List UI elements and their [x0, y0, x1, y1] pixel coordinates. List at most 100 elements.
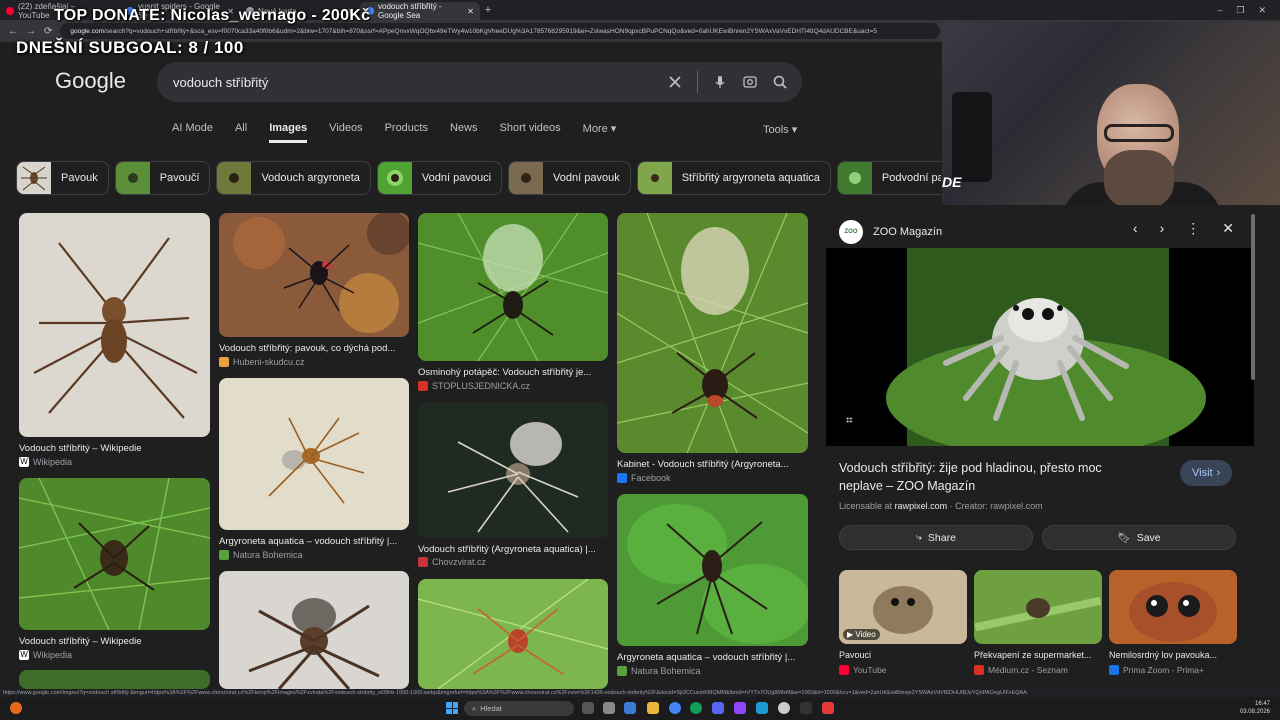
image-result[interactable]	[219, 213, 409, 337]
image-source[interactable]: W Wikipedia	[19, 457, 72, 467]
tab-ai-mode[interactable]: AI Mode	[172, 122, 213, 143]
back-icon[interactable]: ←	[8, 26, 18, 37]
panel-title[interactable]: Vodouch stříbřitý: žije pod hladinou, př…	[839, 459, 1139, 495]
task-view-icon[interactable]	[582, 702, 594, 714]
discord-icon[interactable]	[712, 702, 724, 714]
related-source[interactable]: YouTube	[839, 665, 886, 675]
image-result[interactable]	[418, 213, 608, 361]
previous-icon[interactable]: ‹	[1133, 220, 1138, 237]
visit-button[interactable]: Visit ›	[1180, 460, 1233, 486]
related-image[interactable]: ▶ Video	[839, 570, 967, 644]
weather-icon[interactable]	[10, 702, 22, 714]
chip[interactable]: Vodní pavouci	[376, 161, 503, 195]
close-window-button[interactable]: ✕	[1258, 5, 1266, 16]
tab-more[interactable]: More ▾	[583, 122, 617, 143]
image-result[interactable]	[418, 402, 608, 538]
chip[interactable]: Stříbřitý argyroneta aquatica	[636, 161, 831, 195]
reload-icon[interactable]: ⟳	[44, 26, 52, 37]
image-result[interactable]	[418, 579, 608, 689]
obs-icon[interactable]	[778, 702, 790, 714]
image-result[interactable]	[617, 213, 808, 453]
widgets-icon[interactable]	[603, 702, 615, 714]
image-caption[interactable]: Vodouch stříbřitý (Argyroneta aquatica) …	[418, 544, 608, 555]
image-caption[interactable]: Vodouch stříbřitý: pavouk, co dýchá pod.…	[219, 343, 409, 354]
chip[interactable]: Vodní pavouk	[508, 161, 631, 195]
edge-icon[interactable]	[690, 702, 702, 714]
image-source[interactable]: Natura Bohemica	[617, 666, 701, 676]
minimize-button[interactable]: –	[1217, 5, 1222, 16]
browser-tab-active[interactable]: vodouch stříbřitý - Google Sea ✕	[360, 2, 480, 20]
image-source[interactable]: W Wikipedia	[19, 650, 72, 660]
image-source[interactable]: Hubeni-skudcu.cz	[219, 357, 305, 367]
chip[interactable]: Pavoučí	[114, 161, 211, 195]
lens-icon[interactable]	[742, 74, 758, 90]
app-icon[interactable]	[624, 702, 636, 714]
related-image[interactable]	[1109, 570, 1237, 644]
image-source[interactable]: Chovzvirat.cz	[418, 557, 486, 567]
image-source[interactable]: Facebook	[617, 473, 671, 483]
panel-source[interactable]: ZOO ZOO Magazín	[839, 220, 942, 244]
image-result[interactable]	[19, 670, 210, 689]
maximize-button[interactable]: ❐	[1236, 5, 1244, 16]
forward-icon[interactable]: →	[26, 26, 36, 37]
image-caption[interactable]: Vodouch stříbřitý – Wikipedie	[19, 636, 210, 647]
steam-icon[interactable]	[756, 702, 768, 714]
search-input[interactable]: vodouch stříbřitý	[173, 75, 667, 90]
tab-videos[interactable]: Videos	[329, 122, 362, 143]
next-icon[interactable]: ›	[1160, 220, 1165, 237]
close-tab-icon[interactable]: ✕	[467, 7, 474, 16]
file-explorer-icon[interactable]	[647, 702, 659, 714]
image-caption[interactable]: Osminohý potápěč: Vodouch stříbřitý je..…	[418, 367, 608, 378]
taskbar-clock[interactable]: 16:47 03.08.2026	[1240, 700, 1270, 716]
google-logo[interactable]: Google	[55, 68, 126, 94]
lens-search-icon[interactable]: ⌗	[846, 413, 853, 428]
license-site-link[interactable]: rawpixel.com	[895, 501, 948, 511]
more-options-icon[interactable]: ⋮	[1186, 220, 1200, 237]
window-controls: – ❐ ✕	[1217, 5, 1280, 16]
taskbar-search[interactable]: ⌕ Hledat	[464, 701, 574, 716]
image-result[interactable]	[219, 571, 409, 689]
image-source[interactable]: Natura Bohemica	[219, 550, 303, 560]
windows-start-icon[interactable]	[446, 702, 458, 714]
related-source[interactable]: Médium.cz - Seznam	[974, 665, 1068, 675]
tab-products[interactable]: Products	[385, 122, 428, 143]
chip[interactable]: Vodouch argyroneta	[216, 161, 371, 195]
address-bar[interactable]: google.com/search?q=vodouch+stříbřitý+&s…	[60, 23, 941, 39]
related-caption[interactable]: Překvapení ze supermarket...	[974, 650, 1102, 660]
related-caption[interactable]: Pavouci	[839, 650, 967, 660]
image-result[interactable]	[219, 378, 409, 530]
image-caption[interactable]: Argyroneta aquatica – vodouch stříbřitý …	[617, 652, 808, 663]
share-button[interactable]: ⤷ Share	[839, 525, 1033, 550]
save-button[interactable]: 🔖︎ Save	[1042, 525, 1236, 550]
tools-button[interactable]: Tools ▾	[763, 123, 797, 136]
share-icon: ⤷	[916, 531, 922, 543]
image-result[interactable]	[617, 494, 808, 646]
microphone-icon[interactable]	[712, 74, 728, 90]
chip[interactable]: Pavouk	[16, 161, 109, 195]
image-result[interactable]	[19, 478, 210, 630]
app-icon[interactable]	[800, 702, 812, 714]
related-source[interactable]: Prima Zoom - Prima+	[1109, 665, 1204, 675]
clear-icon[interactable]	[667, 74, 683, 90]
tab-short-videos[interactable]: Short videos	[500, 122, 561, 143]
twitch-icon[interactable]	[734, 702, 746, 714]
search-box[interactable]: vodouch stříbřitý	[157, 62, 802, 102]
search-icon[interactable]	[772, 74, 788, 90]
tab-images[interactable]: Images	[269, 122, 308, 143]
tab-all[interactable]: All	[235, 122, 247, 143]
tab-news[interactable]: News	[450, 122, 478, 143]
chip[interactable]: Podvodní pavouk	[836, 161, 941, 195]
image-caption[interactable]: Kabinet - Vodouch stříbřitý (Argyroneta.…	[617, 459, 808, 470]
panel-scrollbar[interactable]	[1251, 214, 1255, 380]
preview-image[interactable]	[826, 248, 1254, 458]
new-tab-button[interactable]: +	[480, 4, 496, 16]
image-source[interactable]: STOPLUSJEDNICKA.cz	[418, 381, 530, 391]
app-icon[interactable]	[822, 702, 834, 714]
chrome-icon[interactable]	[669, 702, 681, 714]
close-icon[interactable]: ✕	[1222, 220, 1234, 237]
image-caption[interactable]: Vodouch stříbřitý – Wikipedie	[19, 443, 210, 454]
related-caption[interactable]: Nemilosrdný lov pavouka...	[1109, 650, 1237, 660]
image-result[interactable]	[19, 213, 210, 437]
image-caption[interactable]: Argyroneta aquatica – vodouch stříbřitý …	[219, 536, 409, 547]
related-image[interactable]	[974, 570, 1102, 644]
